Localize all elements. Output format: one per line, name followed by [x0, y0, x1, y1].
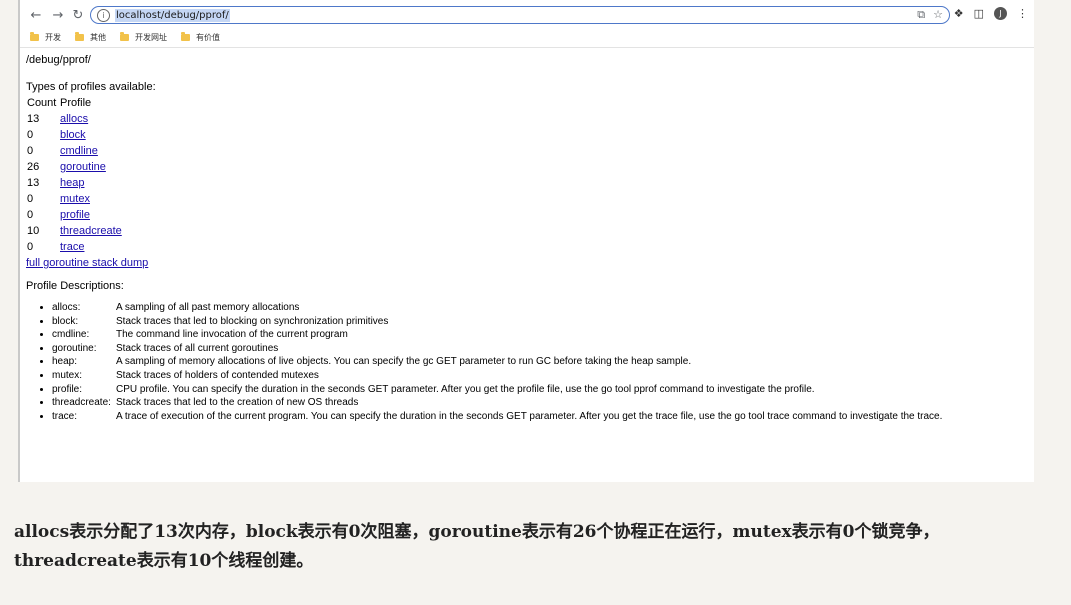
desc-name: profile:	[52, 383, 83, 395]
arrow-left-icon[interactable]: ←	[26, 5, 46, 25]
profile-count: 13	[27, 113, 40, 125]
bookmark-folder[interactable]: 有价值	[181, 31, 220, 43]
descriptions-heading: Profile Descriptions:	[26, 280, 124, 292]
profile-count: 0	[27, 193, 34, 205]
desc-text: The command line invocation of the curre…	[116, 329, 348, 341]
table-row: 0 profile	[27, 207, 122, 223]
profile-link-profile[interactable]: profile	[60, 209, 90, 221]
desc-text: Stack traces of all current goroutines	[116, 342, 279, 354]
arrow-right-icon[interactable]: →	[48, 5, 68, 25]
table-row: 0 trace	[27, 239, 122, 255]
profile-link-mutex[interactable]: mutex	[60, 193, 90, 205]
page-content: /debug/pprof/ Types of profiles availabl…	[26, 54, 1016, 423]
desc-text: Stack traces of holders of contended mut…	[116, 369, 319, 381]
table-row: 26 goroutine	[27, 159, 122, 175]
folder-icon	[75, 31, 84, 41]
desc-text: A sampling of all past memory allocation…	[116, 302, 300, 313]
bookmark-folder[interactable]: 其他	[75, 31, 106, 43]
desc-text: CPU profile. You can specify the duratio…	[116, 383, 815, 395]
profile-header: Profile	[60, 97, 92, 109]
kebab-menu-icon[interactable]: ⋮	[1017, 7, 1028, 20]
types-heading: Types of profiles available:	[26, 81, 156, 93]
list-item: goroutine: Stack traces of all current go…	[52, 342, 1016, 356]
profile-count: 0	[27, 209, 34, 221]
desc-name: allocs:	[52, 302, 81, 313]
bookmark-folder[interactable]: 开发	[30, 31, 61, 43]
desc-text: A sampling of memory allocations of live…	[116, 356, 692, 368]
browser-screenshot: ← → ↻ i localhost/debug/pprof/ ⧉ ☆ ❖ ◫ J…	[18, 0, 1034, 482]
desc-text: A trace of execution of the current prog…	[116, 410, 943, 422]
profile-count: 0	[27, 129, 34, 141]
list-item: mutex: Stack traces of holders of contend…	[52, 369, 1016, 383]
table-row: 10 threadcreate	[27, 223, 122, 239]
url-text[interactable]: localhost/debug/pprof/	[115, 8, 230, 22]
list-item: heap: A sampling of memory allocations of…	[52, 355, 1016, 369]
profile-count: 10	[27, 225, 40, 237]
profile-link-allocs[interactable]: allocs	[60, 113, 88, 125]
caption-line-1: allocs表示分配了13次内存，block表示有0次阻塞，goroutine表…	[14, 522, 940, 542]
profile-link-threadcreate[interactable]: threadcreate	[60, 225, 122, 237]
profile-link-block[interactable]: block	[60, 129, 86, 141]
avatar[interactable]: J	[994, 7, 1007, 20]
descriptions-list: allocs: A sampling of all past memory all…	[26, 301, 1016, 423]
article-caption: allocs表示分配了13次内存，block表示有0次阻塞，goroutine表…	[14, 518, 1054, 576]
count-header: Count	[27, 97, 57, 109]
star-icon[interactable]: ☆	[933, 8, 943, 22]
profile-count: 0	[27, 145, 34, 157]
desc-name: mutex:	[52, 369, 83, 381]
table-row: 0 mutex	[27, 191, 122, 207]
list-item: allocs: A sampling of all past memory all…	[52, 301, 1016, 315]
desc-name: block:	[52, 315, 79, 327]
table-row: 0 block	[27, 127, 122, 143]
side-panel-icon[interactable]: ◫	[974, 7, 984, 20]
caption-line-2: threadcreate表示有10个线程创建。	[14, 551, 314, 571]
folder-icon	[181, 31, 190, 41]
table-row: 13 heap	[27, 175, 122, 191]
puzzle-icon[interactable]: ❖	[954, 7, 964, 20]
browser-toolbar: ← → ↻ i localhost/debug/pprof/ ⧉ ☆ ❖ ◫ J…	[20, 0, 1034, 30]
reload-icon[interactable]: ↻	[68, 5, 88, 25]
desc-text: Stack traces that led to blocking on syn…	[116, 315, 389, 327]
desc-name: trace:	[52, 410, 78, 422]
desc-text: Stack traces that led to the creation of…	[116, 397, 359, 409]
share-icon[interactable]: ⧉	[917, 8, 925, 22]
folder-icon	[120, 31, 129, 41]
profile-count: 26	[27, 161, 40, 173]
profile-link-cmdline[interactable]: cmdline	[60, 145, 98, 157]
profile-link-goroutine[interactable]: goroutine	[60, 161, 106, 173]
toolbar-divider	[20, 47, 1034, 48]
profile-count: 13	[27, 177, 40, 189]
bookmark-folder[interactable]: 开发网址	[120, 31, 167, 43]
table-row: 13 allocs	[27, 111, 122, 127]
list-item: profile: CPU profile. You can specify the…	[52, 383, 1016, 397]
list-item: block: Stack traces that led to blocking …	[52, 315, 1016, 329]
desc-name: threadcreate:	[52, 397, 111, 409]
info-icon[interactable]: i	[97, 8, 110, 22]
list-item: threadcreate: Stack traces that led to th…	[52, 396, 1016, 410]
goroutine-dump-link[interactable]: full goroutine stack dump	[26, 255, 1016, 271]
profile-count: 0	[27, 241, 34, 253]
bookmarks-bar: 开发 其他 开发网址 有价值	[20, 28, 1034, 46]
desc-name: goroutine:	[52, 342, 97, 354]
profile-link-heap[interactable]: heap	[60, 177, 84, 189]
profile-link-trace[interactable]: trace	[60, 241, 84, 253]
list-item: trace: A trace of execution of the curren…	[52, 410, 1016, 424]
profiles-table: Count Profile 13 allocs 0 block 0 cmdline 2…	[27, 95, 122, 255]
desc-name: heap:	[52, 356, 78, 368]
folder-icon	[30, 31, 39, 41]
address-bar[interactable]: i localhost/debug/pprof/ ⧉ ☆	[90, 6, 950, 24]
list-item: cmdline: The command line invocation of t…	[52, 328, 1016, 342]
page-path: /debug/pprof/	[26, 54, 91, 66]
table-row: 0 cmdline	[27, 143, 122, 159]
desc-name: cmdline:	[52, 329, 90, 341]
